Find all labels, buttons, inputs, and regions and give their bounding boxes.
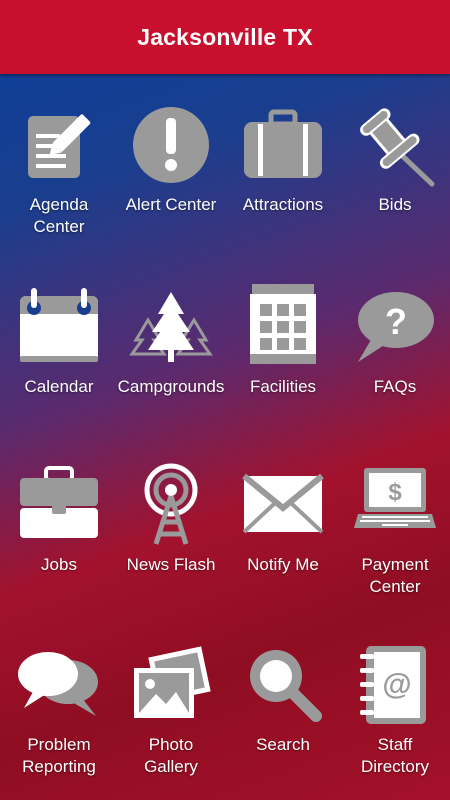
tile-label: News Flash xyxy=(126,555,216,574)
agenda-icon xyxy=(16,102,102,188)
tile-problem-reporting[interactable]: Problem Reporting xyxy=(3,642,115,778)
pine-trees-icon xyxy=(128,284,214,370)
envelope-icon xyxy=(240,462,326,548)
tile-attractions[interactable]: Attractions xyxy=(227,102,339,216)
tile-label: Campgrounds xyxy=(117,377,225,396)
svg-text:$: $ xyxy=(388,479,402,506)
tile-facilities[interactable]: Facilities xyxy=(227,284,339,398)
app-title: Jacksonville TX xyxy=(137,23,313,50)
alert-icon xyxy=(128,102,214,188)
tile-campgrounds[interactable]: Campgrounds xyxy=(115,284,227,398)
tile-label: Payment Center xyxy=(361,555,429,596)
tile-alert-center[interactable]: Alert Center xyxy=(115,102,227,216)
tile-label: Photo Gallery xyxy=(144,735,198,776)
tile-label: Bids xyxy=(378,195,412,214)
svg-text:@: @ xyxy=(382,668,411,701)
tile-staff-directory[interactable]: @ Staff Directory xyxy=(339,642,450,778)
tile-notify-me[interactable]: Notify Me xyxy=(227,462,339,576)
tile-label: Agenda Center xyxy=(29,195,89,236)
tile-payment-center[interactable]: $ Payment Center xyxy=(339,462,450,598)
pushpin-icon xyxy=(352,102,438,188)
tile-calendar[interactable]: Calendar xyxy=(3,284,115,398)
tile-label: Search xyxy=(256,735,310,754)
tile-faqs[interactable]: ? FAQs xyxy=(339,284,450,398)
services-grid: Agenda Center Alert Center Attractions B… xyxy=(0,74,450,800)
broadcast-tower-icon xyxy=(128,462,214,548)
calendar-icon xyxy=(16,284,102,370)
suitcase-icon xyxy=(240,102,326,188)
tile-bids[interactable]: Bids xyxy=(339,102,450,216)
tile-jobs[interactable]: Jobs xyxy=(3,462,115,576)
tile-label: Jobs xyxy=(41,555,77,574)
tile-search[interactable]: Search xyxy=(227,642,339,756)
app-header: Jacksonville TX xyxy=(0,0,450,74)
briefcase-icon xyxy=(16,462,102,548)
laptop-dollar-icon: $ xyxy=(352,462,438,548)
question-bubble-icon: ? xyxy=(352,284,438,370)
tile-news-flash[interactable]: News Flash xyxy=(115,462,227,576)
tile-label: Problem Reporting xyxy=(22,735,96,776)
tile-label: Alert Center xyxy=(125,195,217,214)
magnifier-icon xyxy=(240,642,326,728)
photos-icon xyxy=(128,642,214,728)
address-book-icon: @ xyxy=(352,642,438,728)
tile-label: Calendar xyxy=(24,377,94,396)
tile-label: Staff Directory xyxy=(360,735,429,776)
tile-label: Facilities xyxy=(249,377,317,396)
tile-label: Notify Me xyxy=(247,555,319,574)
tile-label: Attractions xyxy=(242,195,324,214)
tile-label: FAQs xyxy=(373,377,417,396)
chat-bubbles-icon xyxy=(16,642,102,728)
tile-photo-gallery[interactable]: Photo Gallery xyxy=(115,642,227,778)
tile-agenda-center[interactable]: Agenda Center xyxy=(3,102,115,238)
svg-text:?: ? xyxy=(385,301,407,342)
building-icon xyxy=(240,284,326,370)
